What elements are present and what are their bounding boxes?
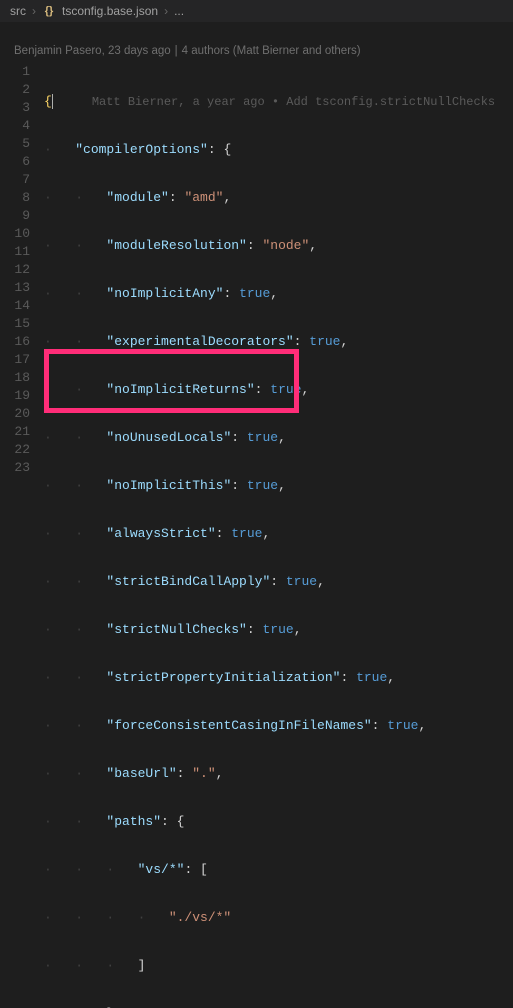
line-number: 22 [0, 441, 30, 459]
json-file-icon: {} [42, 4, 56, 18]
line-number-gutter: 1 2 3 4 5 6 7 8 9 10 11 12 13 14 15 16 1… [0, 23, 44, 501]
line-number: 18 [0, 369, 30, 387]
code-area[interactable]: { Matt Bierner, a year ago • Add tsconfi… [44, 23, 513, 501]
line-number: 2 [0, 81, 30, 99]
line-number: 8 [0, 189, 30, 207]
code-line[interactable]: · · "forceConsistentCasingInFileNames": … [44, 717, 513, 735]
code-line[interactable]: · · "experimentalDecorators": true, [44, 333, 513, 351]
breadcrumb-ellipsis[interactable]: ... [174, 4, 184, 18]
editor[interactable]: Benjamin Pasero, 23 days ago|4 authors (… [0, 23, 513, 501]
line-number: 3 [0, 99, 30, 117]
line-number: 12 [0, 261, 30, 279]
code-line[interactable]: · · "noImplicitThis": true, [44, 477, 513, 495]
code-line[interactable]: · · "strictPropertyInitialization": true… [44, 669, 513, 687]
line-number: 19 [0, 387, 30, 405]
line-number: 9 [0, 207, 30, 225]
line-number: 6 [0, 153, 30, 171]
code-line[interactable]: · · "noImplicitAny": true, [44, 285, 513, 303]
code-line[interactable]: · · "module": "amd", [44, 189, 513, 207]
line-number: 4 [0, 117, 30, 135]
minimap[interactable] [503, 23, 513, 501]
code-line[interactable]: · · "strictNullChecks": true, [44, 621, 513, 639]
line-number: 21 [0, 423, 30, 441]
code-line[interactable]: · · · · "./vs/*" [44, 909, 513, 927]
text-cursor [52, 94, 53, 109]
code-line[interactable]: · · "moduleResolution": "node", [44, 237, 513, 255]
code-line[interactable]: · · "paths": { [44, 813, 513, 831]
line-number: 5 [0, 135, 30, 153]
line-number: 14 [0, 297, 30, 315]
line-number: 23 [0, 459, 30, 477]
line-number: 7 [0, 171, 30, 189]
chevron-right-icon: › [32, 4, 36, 18]
code-line[interactable]: · · · "vs/*": [ [44, 861, 513, 879]
code-line[interactable]: · "compilerOptions": { [44, 141, 513, 159]
code-line[interactable]: · · "alwaysStrict": true, [44, 525, 513, 543]
line-number: 10 [0, 225, 30, 243]
line-number: 11 [0, 243, 30, 261]
line-number: 15 [0, 315, 30, 333]
line-number: 1 [0, 63, 30, 81]
code-line[interactable]: · · } [44, 1005, 513, 1008]
line-number: 13 [0, 279, 30, 297]
code-line[interactable]: · · "strictBindCallApply": true, [44, 573, 513, 591]
code-line[interactable]: · · "noUnusedLocals": true, [44, 429, 513, 447]
code-line[interactable]: · · · ] [44, 957, 513, 975]
line-number: 17 [0, 351, 30, 369]
code-line[interactable]: { Matt Bierner, a year ago • Add tsconfi… [44, 93, 513, 111]
breadcrumb-file[interactable]: tsconfig.base.json [62, 4, 158, 18]
code-line[interactable]: · · "baseUrl": ".", [44, 765, 513, 783]
line-number: 16 [0, 333, 30, 351]
inline-git-blame: Matt Bierner, a year ago • Add tsconfig.… [92, 95, 495, 109]
code-line[interactable]: · · "noImplicitReturns": true, [44, 381, 513, 399]
breadcrumb-folder[interactable]: src [10, 4, 26, 18]
chevron-right-icon: › [164, 4, 168, 18]
breadcrumb[interactable]: src › {} tsconfig.base.json › ... [0, 0, 513, 23]
line-number: 20 [0, 405, 30, 423]
